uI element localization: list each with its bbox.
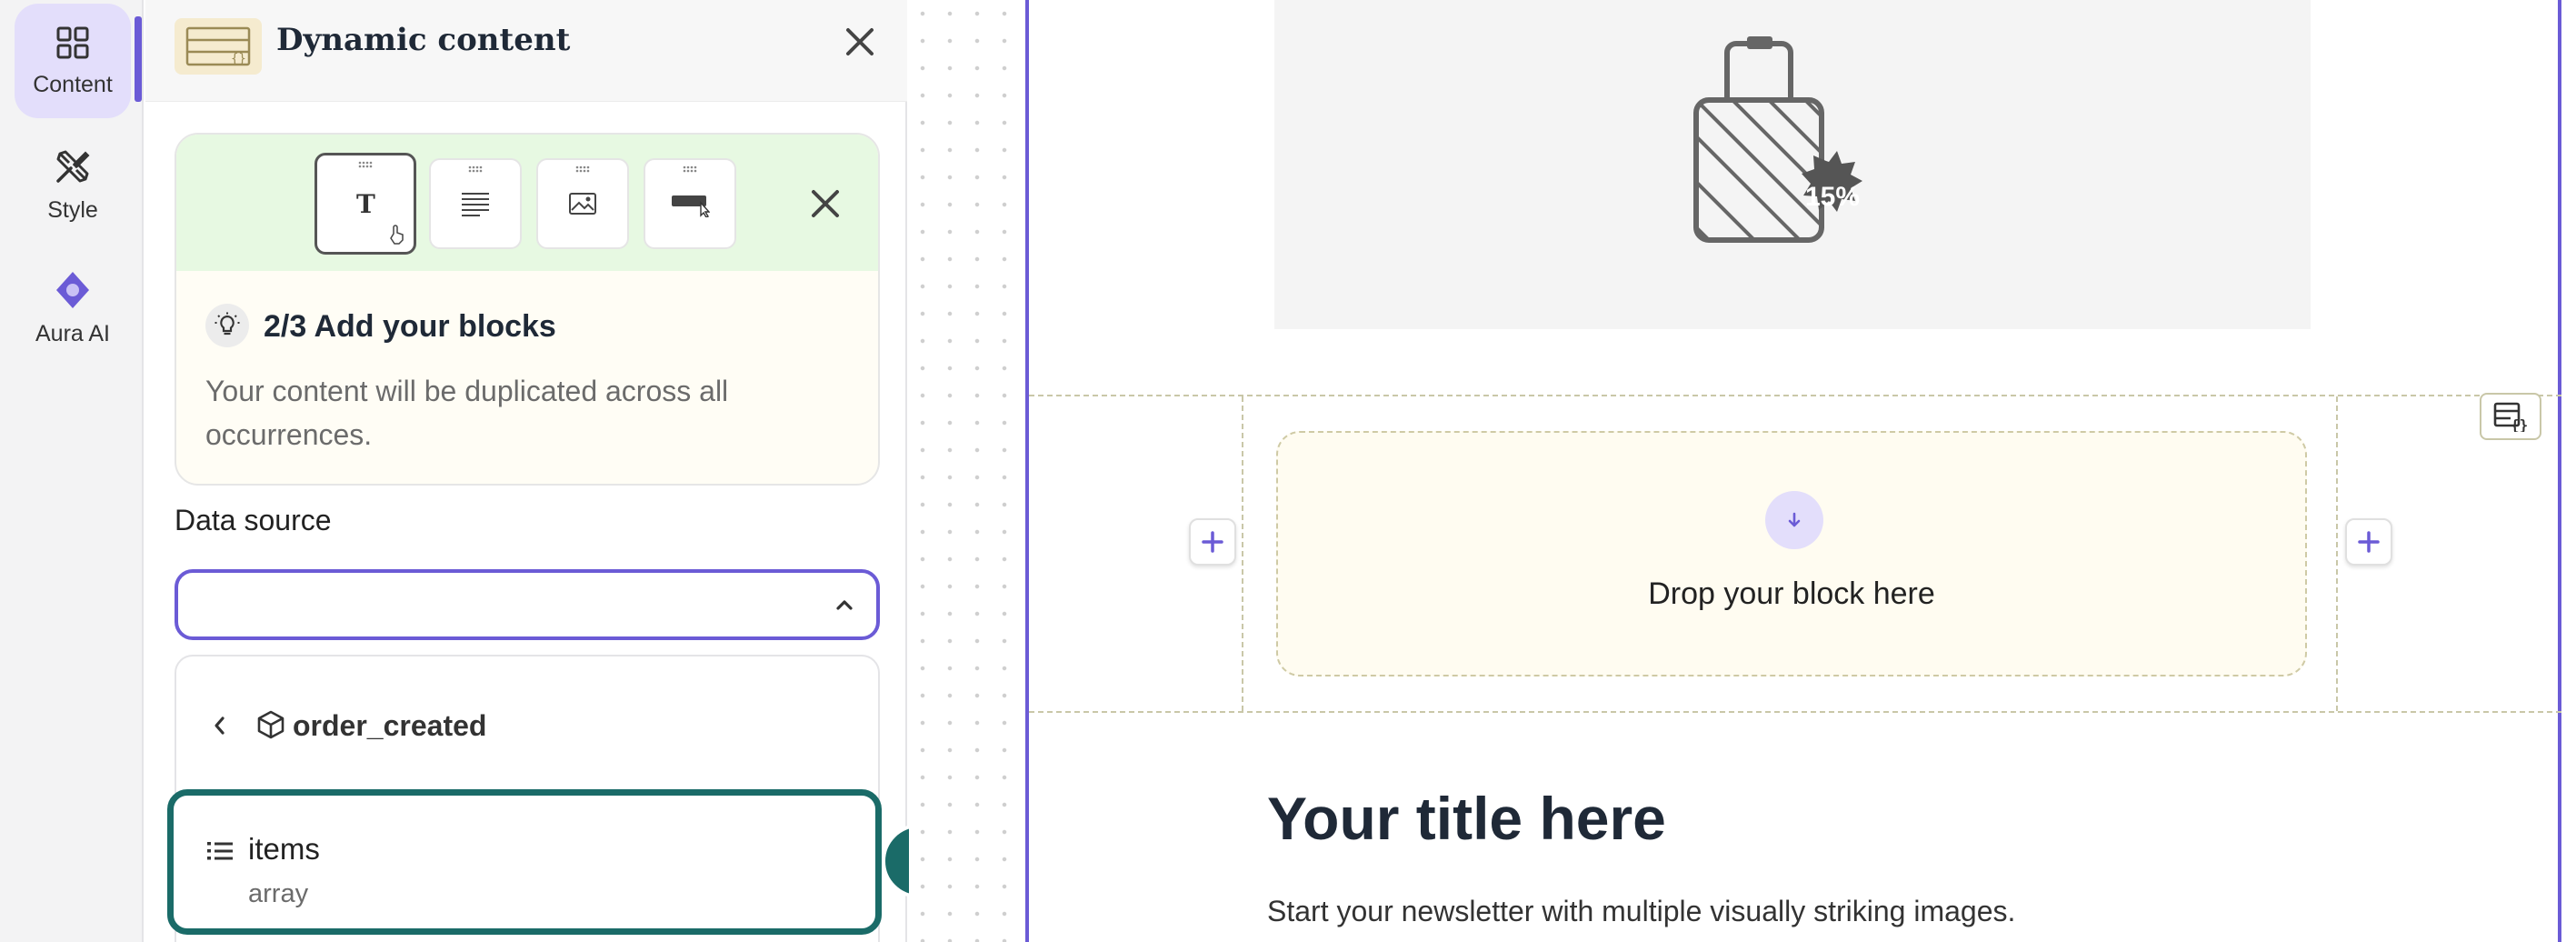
- rail-item-label: Style: [47, 196, 98, 223]
- dropdown-breadcrumb[interactable]: order_created: [176, 656, 878, 793]
- data-source-label: Data source: [175, 504, 332, 536]
- image-block-tile[interactable]: [536, 158, 629, 249]
- drag-grip-icon: [358, 161, 373, 168]
- discount-label: 15%: [1805, 182, 1860, 212]
- data-field-items[interactable]: items array: [167, 789, 882, 935]
- data-source-select[interactable]: [175, 569, 880, 640]
- panel-title: Dynamic content: [276, 22, 571, 58]
- drag-grip-icon: [683, 165, 697, 173]
- drag-grip-icon: [468, 165, 483, 173]
- drop-zone[interactable]: Drop your block here: [1276, 431, 2307, 676]
- image-icon: [569, 193, 596, 215]
- cube-icon: [257, 710, 285, 739]
- rail-item-style[interactable]: Style: [15, 127, 131, 242]
- rail-item-content[interactable]: Content: [15, 4, 131, 118]
- rail-active-indicator: [135, 16, 142, 102]
- add-column-right-button[interactable]: [2345, 518, 2392, 566]
- dynamic-content-icon: {}: [175, 18, 262, 75]
- plus-icon: [2358, 531, 2380, 553]
- dynamic-content-column: Drop your block here: [1242, 396, 2338, 711]
- drop-zone-text: Drop your block here: [1648, 576, 1935, 611]
- data-field-name: items: [248, 832, 320, 866]
- grid-icon: [56, 26, 89, 58]
- shopping-bag-discount-icon: 15%: [1693, 36, 1862, 243]
- svg-text:{}: {}: [2511, 416, 2528, 432]
- guide-step-title: 2/3 Add your blocks: [264, 309, 556, 344]
- image-block[interactable]: 15%: [1274, 0, 2311, 329]
- lightbulb-icon: [205, 304, 249, 347]
- button-icon: [672, 195, 710, 217]
- svg-text:{}: {}: [231, 52, 246, 66]
- button-block-tile[interactable]: [644, 158, 736, 249]
- paragraph-icon: [462, 193, 489, 216]
- close-panel-button[interactable]: [840, 22, 880, 62]
- left-rail: Content Style Aura AI: [0, 0, 144, 942]
- email-subtitle[interactable]: Start your newsletter with multiple visu…: [1267, 895, 2015, 928]
- arrow-down-icon: [1765, 491, 1823, 549]
- close-guide-button[interactable]: [804, 182, 847, 225]
- plus-icon: [1202, 531, 1223, 553]
- close-icon: [812, 190, 839, 217]
- sparkle-icon: [56, 271, 89, 308]
- chevron-up-icon: [836, 600, 853, 610]
- add-column-left-button[interactable]: [1189, 518, 1236, 566]
- dynamic-content-badge-icon[interactable]: {}: [2480, 393, 2541, 440]
- email-title[interactable]: Your title here: [1267, 784, 1666, 853]
- dropdown-path-label: order_created: [293, 709, 487, 742]
- close-icon: [846, 28, 874, 55]
- data-field-type: array: [248, 879, 309, 908]
- block-palette: T: [176, 135, 878, 271]
- list-icon: [207, 842, 233, 860]
- text-icon: T: [356, 189, 375, 219]
- paragraph-block-tile[interactable]: [429, 158, 522, 249]
- rail-item-label: Aura AI: [35, 320, 110, 346]
- rail-item-label: Content: [33, 71, 113, 97]
- text-block-tile[interactable]: T: [315, 153, 416, 255]
- drag-grip-icon: [575, 165, 590, 173]
- email-body: 15% Drop your block here {} Your title h…: [1025, 0, 2561, 942]
- rail-item-aura-ai[interactable]: Aura AI: [15, 251, 131, 366]
- svg-text:T: T: [356, 189, 375, 219]
- onboarding-guide-card: T 2/3 Add your blocks Your content will …: [175, 133, 880, 486]
- guide-description: Your content will be duplicated across a…: [205, 375, 729, 451]
- chevron-left-icon[interactable]: [209, 713, 231, 738]
- brush-icon: [56, 150, 90, 183]
- hand-cursor-icon: [390, 225, 404, 245]
- panel-header: {} Dynamic content: [145, 0, 907, 102]
- dynamic-content-row: Drop your block here {}: [1029, 393, 2561, 713]
